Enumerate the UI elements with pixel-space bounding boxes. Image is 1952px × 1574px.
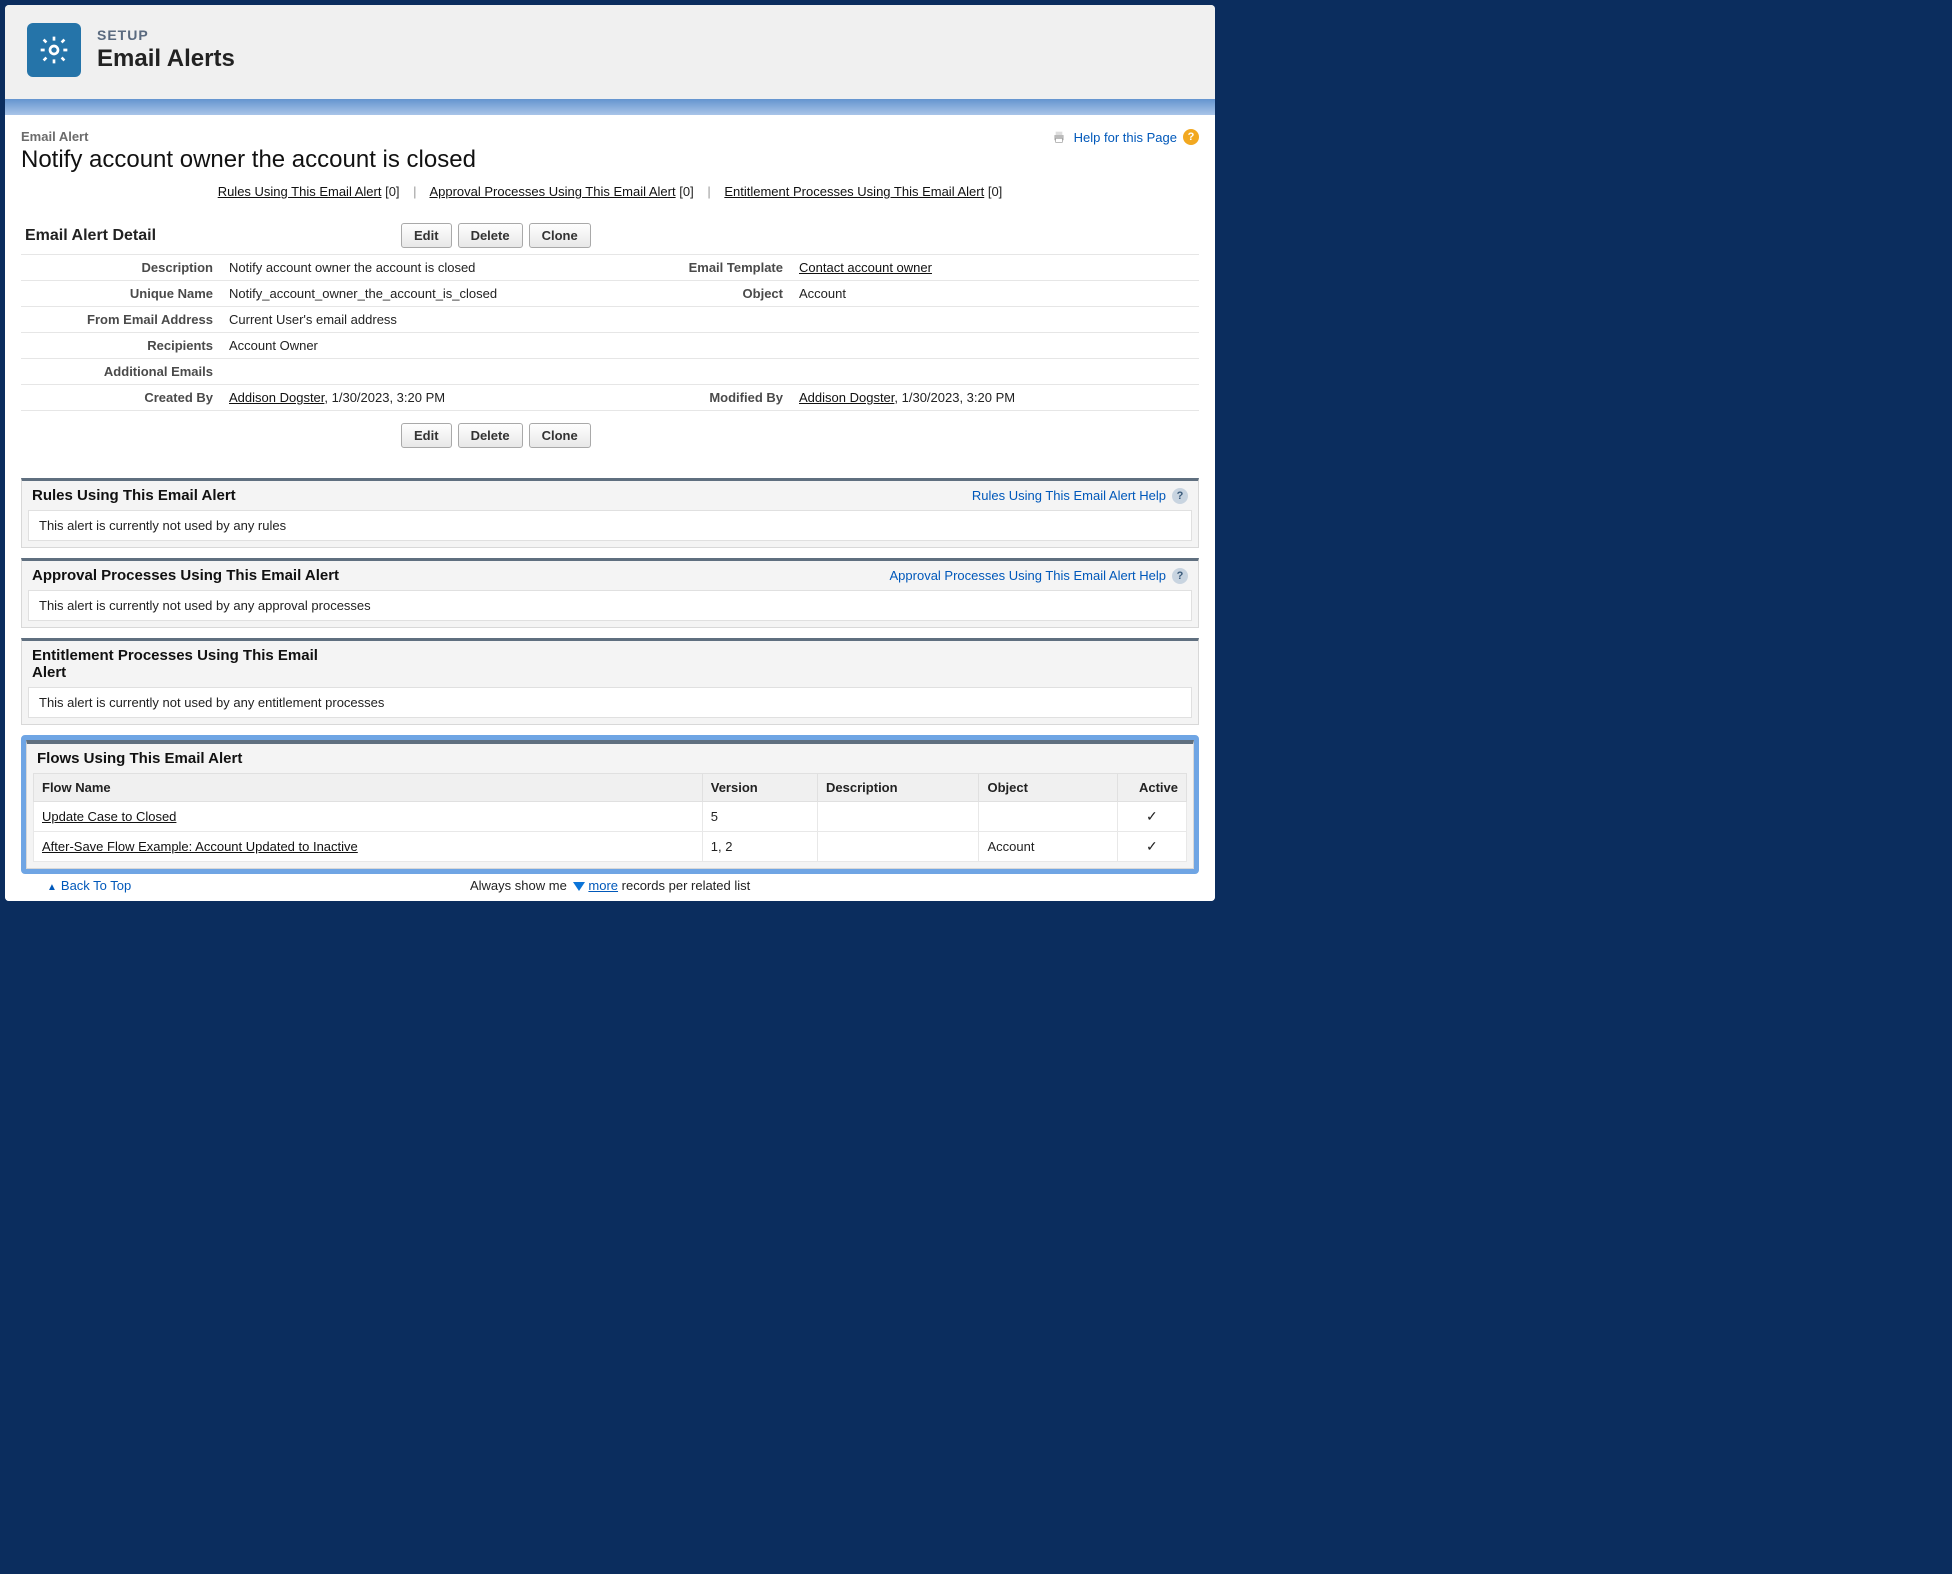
record-caption: Email Alert [21,129,476,144]
setup-gear-icon [27,23,81,77]
flow-active-check: ✓ [1117,832,1186,862]
anchor-entitlement[interactable]: Entitlement Processes Using This Email A… [724,184,984,199]
delete-button-bottom[interactable]: Delete [458,423,523,448]
flow-active-check: ✓ [1117,802,1186,832]
description-label: Description [21,255,221,281]
col-flow-name[interactable]: Flow Name [34,774,703,802]
related-entitlement: Entitlement Processes Using This Email A… [21,638,1199,725]
flow-version: 5 [702,802,817,832]
clone-button-bottom[interactable]: Clone [529,423,591,448]
related-rules-msg: This alert is currently not used by any … [28,510,1192,541]
table-row: Update Case to Closed 5 ✓ [34,802,1187,832]
page-help-link[interactable]: Help for this Page [1074,130,1177,145]
related-entitlement-msg: This alert is currently not used by any … [28,687,1192,718]
clone-button[interactable]: Clone [529,223,591,248]
anchor-rules[interactable]: Rules Using This Email Alert [218,184,382,199]
anchor-entitlement-count: [0] [988,184,1002,199]
flow-name-link[interactable]: Update Case to Closed [42,809,176,824]
flows-table: Flow Name Version Description Object Act… [33,773,1187,862]
anchor-approval[interactable]: Approval Processes Using This Email Aler… [429,184,675,199]
records-per-list: Always show me more records per related … [470,878,750,893]
created-by-user-link[interactable]: Addison Dogster [229,390,324,405]
created-by-date: , 1/30/2023, 3:20 PM [324,390,445,405]
related-approval-msg: This alert is currently not used by any … [28,590,1192,621]
help-icon[interactable]: ? [1183,129,1199,145]
flow-version: 1, 2 [702,832,817,862]
email-template-link[interactable]: Contact account owner [799,260,932,275]
flow-description [818,832,979,862]
header-gradient [5,99,1215,115]
from-email-value: Current User's email address [221,307,591,333]
app-shell: SETUP Email Alerts Email Alert Notify ac… [5,5,1215,901]
flow-name-link[interactable]: After-Save Flow Example: Account Updated… [42,839,358,854]
related-approval-help-link[interactable]: Approval Processes Using This Email Aler… [890,568,1167,583]
flow-object [979,802,1117,832]
unique-name-value: Notify_account_owner_the_account_is_clos… [221,281,591,307]
additional-emails-label: Additional Emails [21,359,221,385]
modified-by-user-link[interactable]: Addison Dogster [799,390,894,405]
anchor-links: Rules Using This Email Alert [0] | Appro… [21,184,1199,199]
col-description[interactable]: Description [818,774,979,802]
delete-button[interactable]: Delete [458,223,523,248]
modified-by-label: Modified By [591,385,791,411]
col-object[interactable]: Object [979,774,1117,802]
object-value: Account [791,281,1199,307]
detail-table: Description Notify account owner the acc… [21,254,1199,411]
additional-emails-value [221,359,591,385]
record-title: Notify account owner the account is clos… [21,146,476,174]
more-records-link[interactable]: more [588,878,618,893]
help-icon[interactable]: ? [1172,568,1188,584]
object-label: Object [591,281,791,307]
related-approval-title: Approval Processes Using This Email Aler… [32,567,339,584]
recipients-label: Recipients [21,333,221,359]
col-active[interactable]: Active [1117,774,1186,802]
back-to-top-icon: ▲ [47,882,57,893]
flow-description [818,802,979,832]
dropdown-triangle-icon[interactable] [573,882,585,891]
email-template-label: Email Template [591,255,791,281]
flows-title: Flows Using This Email Alert [37,750,242,767]
created-by-label: Created By [21,385,221,411]
printer-icon[interactable] [1050,129,1068,145]
related-rules: Rules Using This Email Alert Rules Using… [21,478,1199,548]
unique-name-label: Unique Name [21,281,221,307]
flow-object: Account [979,832,1117,862]
content-area: Email Alert Notify account owner the acc… [5,115,1215,901]
modified-by-date: , 1/30/2023, 3:20 PM [894,390,1015,405]
page-header: SETUP Email Alerts [5,5,1215,99]
related-rules-help-link[interactable]: Rules Using This Email Alert Help [972,488,1166,503]
related-approval: Approval Processes Using This Email Aler… [21,558,1199,628]
from-email-label: From Email Address [21,307,221,333]
detail-header: Email Alert Detail [21,227,401,245]
recipients-value: Account Owner [221,333,591,359]
related-entitlement-title: Entitlement Processes Using This Email A… [32,647,352,681]
col-version[interactable]: Version [702,774,817,802]
table-row: After-Save Flow Example: Account Updated… [34,832,1187,862]
edit-button[interactable]: Edit [401,223,452,248]
anchor-rules-count: [0] [385,184,399,199]
help-icon[interactable]: ? [1172,488,1188,504]
related-rules-title: Rules Using This Email Alert [32,487,236,504]
anchor-approval-count: [0] [679,184,693,199]
edit-button-bottom[interactable]: Edit [401,423,452,448]
flows-highlight-frame: Flows Using This Email Alert Flow Name V… [21,735,1199,874]
setup-label: SETUP [97,27,235,43]
back-to-top-link[interactable]: Back To Top [61,878,131,893]
page-title: Email Alerts [97,45,235,73]
description-value: Notify account owner the account is clos… [221,255,591,281]
